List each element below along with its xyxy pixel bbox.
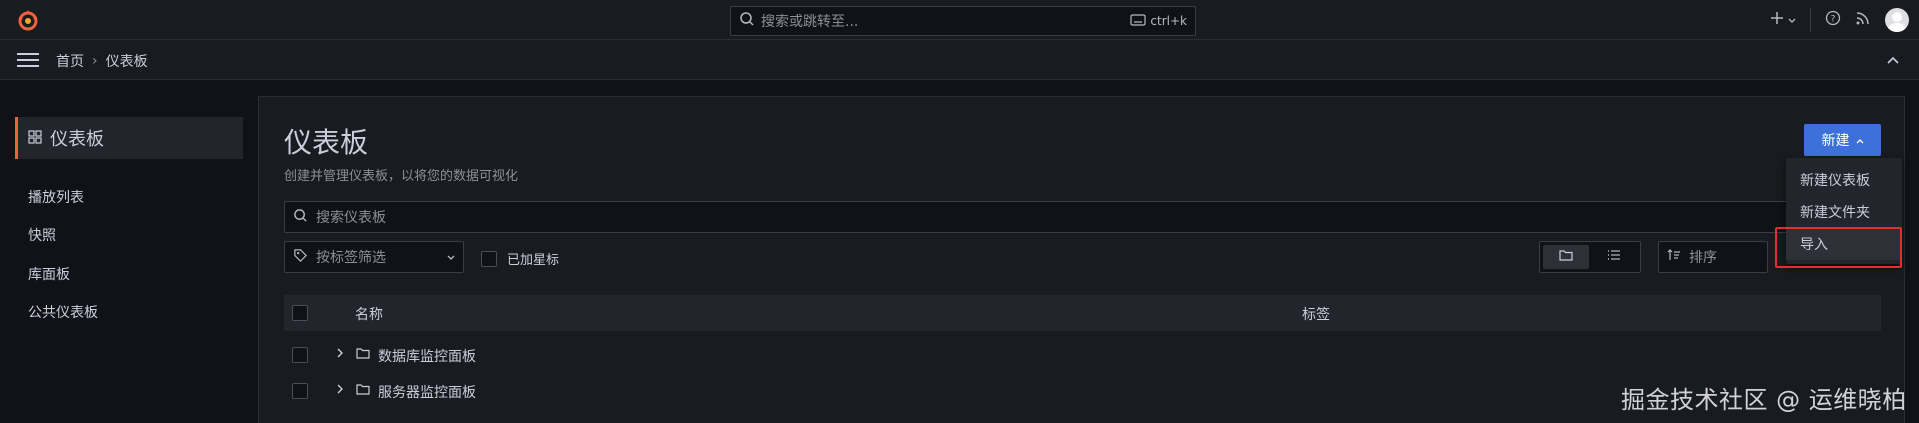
- dashboard-search-input[interactable]: 搜索仪表板: [284, 201, 1881, 233]
- section-nav: 仪表板 播放列表 快照 库面板 公共仪表板: [0, 81, 258, 423]
- folder-name[interactable]: 数据库监控面板: [378, 346, 476, 366]
- dashboard-search-placeholder: 搜索仪表板: [316, 210, 386, 226]
- search-icon: [739, 11, 755, 31]
- folder-name[interactable]: 服务器监控面板: [378, 382, 476, 402]
- page-title: 仪表板: [284, 126, 369, 159]
- global-search-input[interactable]: 搜索或跳转至... ctrl+k: [730, 6, 1196, 36]
- sidebar-item-snapshots[interactable]: 快照: [28, 225, 56, 245]
- breadcrumb-current: 仪表板: [105, 54, 148, 70]
- breadcrumb: 首页 › 仪表板: [56, 51, 148, 71]
- chevron-down-icon: [447, 249, 455, 265]
- sort-placeholder: 排序: [1689, 250, 1717, 266]
- page-subtitle: 创建并管理仪表板，以将您的数据可视化: [284, 169, 519, 184]
- help-icon: ?: [1825, 10, 1841, 30]
- list-icon: [1607, 249, 1621, 265]
- top-right-actions: ?: [1770, 0, 1909, 40]
- menu-item-new-folder[interactable]: 新建文件夹: [1786, 196, 1902, 228]
- tag-filter-placeholder: 按标签筛选: [316, 250, 386, 266]
- user-avatar[interactable]: [1885, 8, 1909, 32]
- folder-icon: [356, 383, 370, 399]
- view-toggle: [1539, 241, 1641, 273]
- chevron-right-icon[interactable]: [336, 347, 344, 361]
- folder-view-button[interactable]: [1543, 245, 1589, 269]
- row-checkbox[interactable]: [292, 347, 308, 363]
- breadcrumb-separator: ›: [92, 53, 98, 69]
- chevron-right-icon[interactable]: [336, 383, 344, 397]
- column-header-name: 名称: [355, 307, 383, 323]
- sort-select[interactable]: 排序: [1658, 241, 1768, 273]
- select-all-checkbox[interactable]: [292, 305, 308, 321]
- apps-icon: [28, 128, 42, 149]
- rss-icon: [1855, 10, 1871, 30]
- folder-icon: [1559, 249, 1573, 265]
- divider: [1810, 8, 1811, 32]
- menu-item-new-dashboard[interactable]: 新建仪表板: [1786, 164, 1902, 196]
- shortcut-hint: ctrl+k: [1130, 13, 1187, 29]
- section-nav-title-label: 仪表板: [50, 129, 104, 150]
- keyboard-icon: [1130, 13, 1147, 29]
- list-view-button[interactable]: [1591, 245, 1637, 269]
- starred-filter[interactable]: 已加星标: [481, 249, 559, 268]
- folder-icon: [356, 347, 370, 363]
- news-button[interactable]: [1855, 10, 1871, 30]
- add-menu-button[interactable]: [1770, 11, 1796, 29]
- table-header: 名称 标签: [284, 295, 1881, 331]
- main-content: 仪表板 创建并管理仪表板，以将您的数据可视化 新建 搜索仪表板 按标签筛选 已加…: [258, 96, 1905, 423]
- starred-checkbox[interactable]: [481, 250, 497, 267]
- chevron-up-icon[interactable]: [1887, 52, 1899, 68]
- table-row[interactable]: 数据库监控面板: [284, 337, 1881, 373]
- grafana-logo-icon[interactable]: [16, 8, 40, 32]
- chevron-down-icon: [1788, 12, 1796, 28]
- breadcrumb-bar: 首页 › 仪表板: [0, 40, 1919, 80]
- menu-toggle-icon[interactable]: [17, 53, 39, 67]
- search-icon: [293, 208, 308, 227]
- svg-text:?: ?: [1831, 15, 1836, 25]
- plus-icon: [1770, 11, 1784, 29]
- sidebar-item-library-panels[interactable]: 库面板: [28, 264, 70, 284]
- new-dropdown-menu: 新建仪表板 新建文件夹 导入: [1786, 158, 1902, 264]
- starred-label: 已加星标: [507, 253, 560, 268]
- new-button[interactable]: 新建: [1804, 124, 1881, 156]
- top-navbar: 搜索或跳转至... ctrl+k ?: [0, 0, 1919, 40]
- column-header-tags: 标签: [1302, 307, 1330, 323]
- watermark: 掘金技术社区 @ 运维晓柏: [1621, 386, 1907, 414]
- section-nav-title[interactable]: 仪表板: [15, 117, 243, 159]
- menu-item-import[interactable]: 导入: [1786, 228, 1902, 260]
- help-button[interactable]: ?: [1825, 10, 1841, 30]
- sort-icon: [1667, 249, 1681, 265]
- shortcut-text: ctrl+k: [1150, 14, 1187, 28]
- sidebar-item-public-dashboards[interactable]: 公共仪表板: [28, 302, 98, 322]
- sidebar-item-playlists[interactable]: 播放列表: [28, 187, 84, 207]
- chevron-up-icon: [1856, 132, 1864, 148]
- tag-filter-select[interactable]: 按标签筛选: [284, 241, 464, 273]
- breadcrumb-home[interactable]: 首页: [56, 51, 84, 71]
- new-button-label: 新建: [1821, 133, 1850, 149]
- tag-icon: [293, 248, 308, 267]
- global-search-placeholder: 搜索或跳转至...: [761, 14, 859, 30]
- row-checkbox[interactable]: [292, 383, 308, 399]
